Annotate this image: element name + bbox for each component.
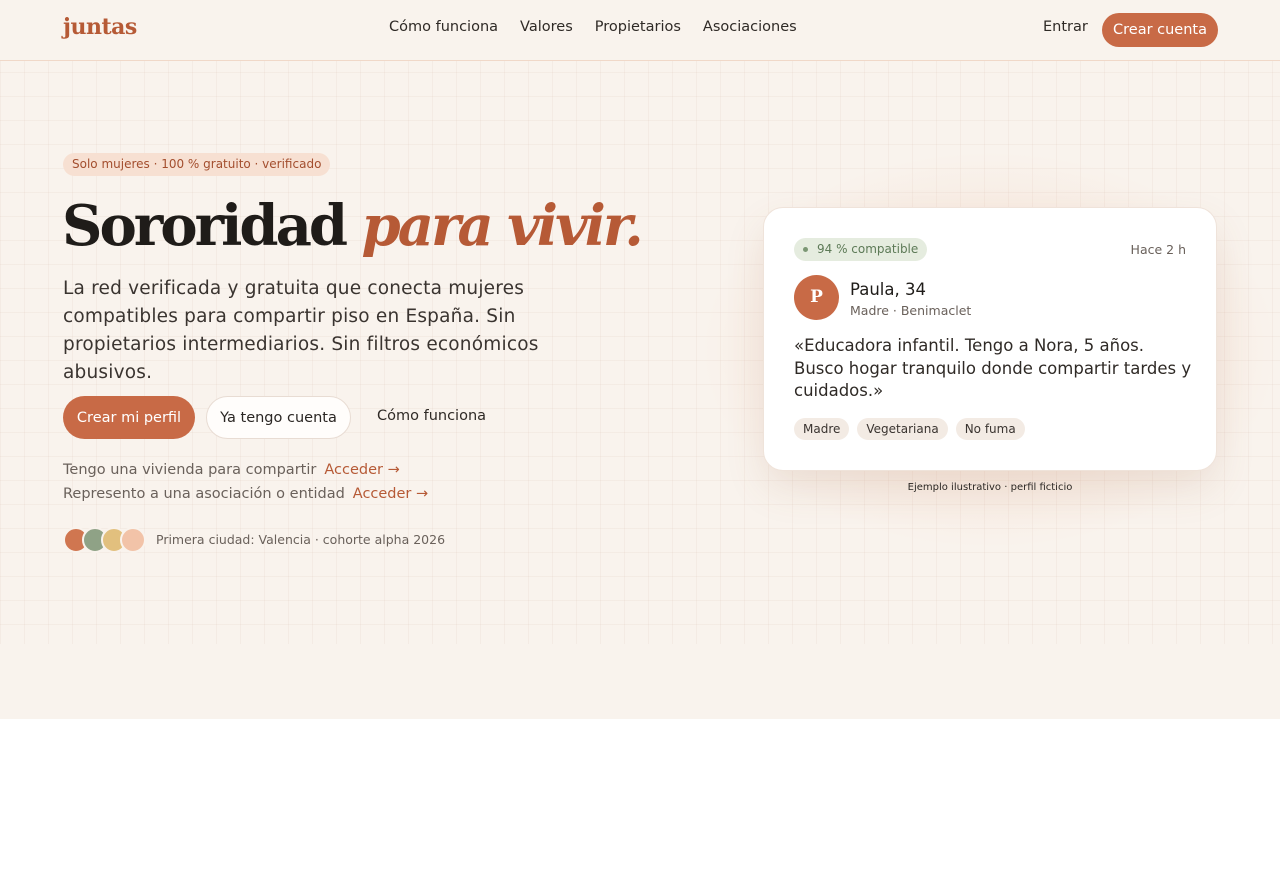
profile-name: Paula, 34 [850, 280, 926, 299]
headline-plain: Sororidad [62, 193, 348, 259]
profile-tags: Madre Vegetariana No fuma [794, 418, 1025, 440]
owner-access-text: Tengo una vivienda para compartir [63, 462, 317, 478]
profile-card: 94 % compatible Hace 2 h P Paula, 34 Mad… [763, 207, 1217, 471]
owner-access-link[interactable]: Acceder → [324, 462, 399, 478]
compatibility-badge: 94 % compatible [794, 238, 928, 261]
association-access-line: Represento a una asociación o entidad Acc… [63, 486, 428, 502]
create-account-button[interactable]: Crear cuenta [1102, 13, 1218, 47]
owner-access-line: Tengo una vivienda para compartir Acceder… [63, 462, 400, 478]
have-account-button[interactable]: Ya tengo cuenta [206, 396, 351, 439]
brand-logo[interactable]: juntas [63, 14, 137, 40]
avatar: P [794, 275, 839, 320]
card-caption: Ejemplo ilustrativo · perfil ficticio [907, 482, 1073, 493]
hero-bottom-band [0, 644, 1280, 719]
posted-time: Hace 2 h [1130, 242, 1186, 257]
nav-link-como-funciona[interactable]: Cómo funciona [389, 19, 498, 35]
create-profile-button[interactable]: Crear mi perfil [63, 396, 195, 439]
top-nav: juntas Cómo funciona Valores Propietario… [0, 0, 1280, 61]
cohort-note: Primera ciudad: Valencia · cohorte alpha… [156, 532, 446, 547]
nav-links: Cómo funciona Valores Propietarios Asoci… [389, 19, 797, 35]
headline-accent: para vivir. [361, 193, 644, 259]
profile-meta: Madre · Benimaclet [850, 303, 972, 318]
how-it-works-link[interactable]: Cómo funciona [377, 408, 486, 424]
profile-quote: «Educadora infantil. Tengo a Nora, 5 año… [794, 336, 1192, 400]
association-access-link[interactable]: Acceder → [353, 486, 428, 502]
login-link[interactable]: Entrar [1043, 19, 1088, 35]
nav-link-asociaciones[interactable]: Asociaciones [703, 19, 797, 35]
association-access-text: Represento a una asociación o entidad [63, 486, 345, 502]
hero-headline: Sororidad para vivir. [62, 192, 644, 260]
nav-link-propietarios[interactable]: Propietarios [595, 19, 681, 35]
tag-madre: Madre [794, 418, 850, 440]
hero-lead: La red verificada y gratuita que conecta… [63, 278, 539, 383]
tag-no-fuma: No fuma [955, 418, 1025, 440]
avatar [120, 527, 146, 553]
hero-badge: Solo mujeres · 100 % gratuito · verifica… [63, 153, 331, 176]
tag-vegetariana: Vegetariana [857, 418, 948, 440]
nav-link-valores[interactable]: Valores [520, 19, 573, 35]
member-avatars [63, 527, 146, 553]
